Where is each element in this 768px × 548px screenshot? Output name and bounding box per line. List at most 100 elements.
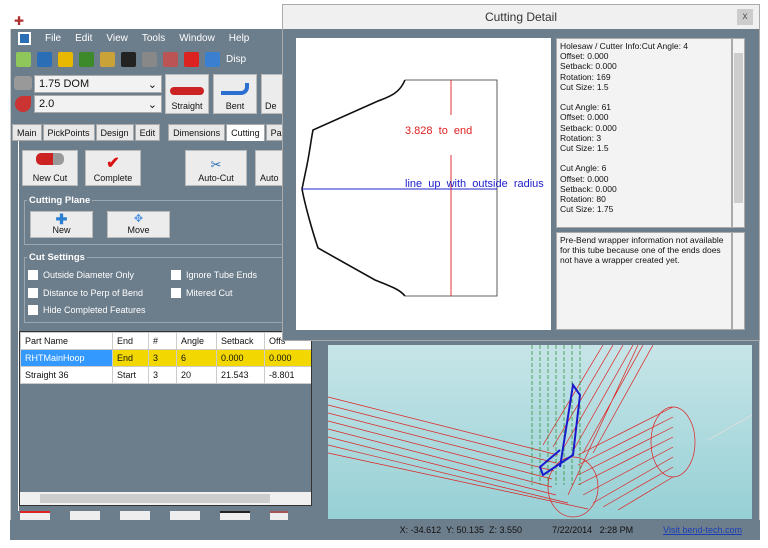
- save-icon[interactable]: [121, 51, 136, 67]
- col-setback[interactable]: Setback: [216, 332, 265, 350]
- col-angle[interactable]: Angle: [176, 332, 217, 350]
- horizontal-scrollbar[interactable]: [20, 492, 311, 505]
- scrollbar-thumb[interactable]: [40, 494, 270, 503]
- print-preview-icon[interactable]: [163, 51, 178, 67]
- cell-part-name[interactable]: Straight 36: [20, 366, 113, 384]
- print-icon[interactable]: [142, 51, 157, 67]
- table-row[interactable]: RHTMainHoop End 3 6 0.000 0.000: [20, 349, 311, 367]
- website-link[interactable]: Visit bend-tech.com: [663, 525, 742, 535]
- delete-icon[interactable]: [20, 511, 50, 520]
- tube-icon: [14, 76, 32, 90]
- cell-number[interactable]: 3: [148, 349, 177, 367]
- auto-button[interactable]: Auto: [255, 150, 283, 186]
- 3d-viewport[interactable]: [327, 344, 753, 519]
- new-cut-icon: [36, 153, 64, 165]
- move-icon: ✥: [133, 213, 144, 225]
- cut-drawing: 3.828 to end line up with outside radius: [296, 38, 551, 330]
- outside-radius-label: line up with outside radius: [405, 178, 544, 190]
- plane-new-label: New: [52, 225, 71, 235]
- print-icon[interactable]: [70, 511, 100, 520]
- bottom-toolbar: [20, 511, 310, 520]
- plane-move-button[interactable]: ✥ Move: [107, 211, 170, 238]
- cell-number[interactable]: 3: [148, 366, 177, 384]
- new-file-icon[interactable]: [16, 51, 31, 67]
- bent-button[interactable]: Bent: [213, 74, 257, 114]
- mitered-cut-checkbox[interactable]: Mitered Cut: [171, 288, 233, 298]
- ignore-tube-ends-checkbox[interactable]: Ignore Tube Ends: [171, 270, 257, 280]
- outside-diameter-checkbox[interactable]: Outside Diameter Only: [28, 270, 134, 280]
- menu-file[interactable]: File: [45, 33, 61, 44]
- outside-diameter-label: Outside Diameter Only: [43, 270, 135, 280]
- table-row[interactable]: Straight 36 Start 3 20 21.543 -8.801: [20, 366, 311, 384]
- menu-help[interactable]: Help: [229, 33, 250, 44]
- complete-button[interactable]: ✔ Complete: [85, 150, 141, 186]
- straight-button[interactable]: Straight: [165, 74, 209, 114]
- bent-label: Bent: [225, 101, 245, 111]
- tube-vertical: [531, 345, 581, 485]
- distance-perp-label: Distance to Perp of Bend: [43, 288, 144, 298]
- tab-edit[interactable]: Edit: [134, 124, 161, 141]
- cutter-icon[interactable]: [270, 511, 288, 520]
- cell-part-name[interactable]: RHTMainHoop: [20, 349, 113, 367]
- distance-perp-checkbox[interactable]: Distance to Perp of Bend: [28, 288, 143, 298]
- cell-offset[interactable]: 0.000: [264, 349, 311, 367]
- hide-completed-label: Hide Completed Features: [43, 305, 146, 315]
- cell-angle[interactable]: 20: [176, 366, 217, 384]
- menu-tools[interactable]: Tools: [142, 33, 165, 44]
- wrapper-info-text[interactable]: Pre-Bend wrapper information not availab…: [556, 232, 732, 330]
- col-end[interactable]: End: [112, 332, 149, 350]
- tab-dimensions[interactable]: Dimensions: [168, 124, 226, 141]
- open-project-icon[interactable]: [37, 51, 52, 67]
- cell-setback[interactable]: 0.000: [216, 349, 265, 367]
- scrollbar-thumb[interactable]: [734, 53, 743, 203]
- material-combo[interactable]: 1.75 DOM ⌄: [34, 75, 162, 93]
- cursor-coordinates: X: -34.612 Y: 50.135 Z: 3.550: [399, 525, 523, 535]
- tube-wireframe: [327, 344, 753, 518]
- auto-cut-button[interactable]: ✂ Auto-Cut: [185, 150, 247, 186]
- menu-window[interactable]: Window: [179, 33, 215, 44]
- display-label[interactable]: Disp: [226, 54, 246, 65]
- end-distance-label: 3.828 to end: [405, 125, 473, 137]
- cutter-info-text[interactable]: Holesaw / Cutter Info:Cut Angle: 4 Offse…: [556, 38, 732, 228]
- menu-view[interactable]: View: [106, 33, 128, 44]
- import-icon[interactable]: [100, 51, 115, 67]
- design-button[interactable]: De: [261, 74, 283, 114]
- cut-settings-title: Cut Settings: [27, 252, 87, 263]
- design-icon[interactable]: [79, 51, 94, 67]
- app-logo-icon: [18, 31, 31, 45]
- printer-icon[interactable]: [220, 511, 250, 520]
- display-icon[interactable]: [205, 51, 220, 67]
- bend-tech-icon[interactable]: [184, 51, 199, 67]
- straight-tube-icon: [170, 87, 204, 95]
- radius-combo[interactable]: 2.0 ⌄: [34, 95, 162, 113]
- col-number[interactable]: #: [148, 332, 177, 350]
- chevron-down-icon: ⌄: [147, 99, 157, 111]
- hide-completed-checkbox[interactable]: Hide Completed Features: [28, 305, 146, 315]
- cell-setback[interactable]: 21.543: [216, 366, 265, 384]
- cut-profile-outline: [301, 79, 406, 297]
- plane-new-button[interactable]: ✚ New: [30, 211, 93, 238]
- cell-offset[interactable]: -8.801: [264, 366, 311, 384]
- col-part-name[interactable]: Part Name: [20, 332, 113, 350]
- tab-cutting[interactable]: Cutting: [226, 124, 265, 141]
- ignore-tube-ends-label: Ignore Tube Ends: [186, 270, 258, 280]
- wrapper-scrollbar[interactable]: [732, 232, 745, 330]
- library-icon[interactable]: [58, 51, 73, 67]
- angle-icon[interactable]: [170, 511, 200, 520]
- complete-label: Complete: [93, 173, 133, 183]
- info-scrollbar[interactable]: [732, 38, 745, 228]
- menu-edit[interactable]: Edit: [75, 33, 92, 44]
- cell-angle[interactable]: 6: [176, 349, 217, 367]
- template-icon[interactable]: [120, 511, 150, 520]
- mitered-cut-label: Mitered Cut: [186, 288, 233, 298]
- cell-end[interactable]: End: [112, 349, 149, 367]
- plus-icon: ✚: [55, 211, 68, 227]
- status-datetime: 7/22/2014 2:28 PM: [552, 525, 634, 535]
- tab-design[interactable]: Design: [95, 124, 134, 141]
- tab-main[interactable]: Main: [12, 124, 42, 141]
- new-cut-label: New Cut: [32, 173, 68, 183]
- tab-pickpoints[interactable]: PickPoints: [42, 124, 95, 141]
- bent-tube-icon: [221, 83, 249, 95]
- dialog-close-button[interactable]: x: [737, 9, 753, 25]
- cell-end[interactable]: Start: [112, 366, 149, 384]
